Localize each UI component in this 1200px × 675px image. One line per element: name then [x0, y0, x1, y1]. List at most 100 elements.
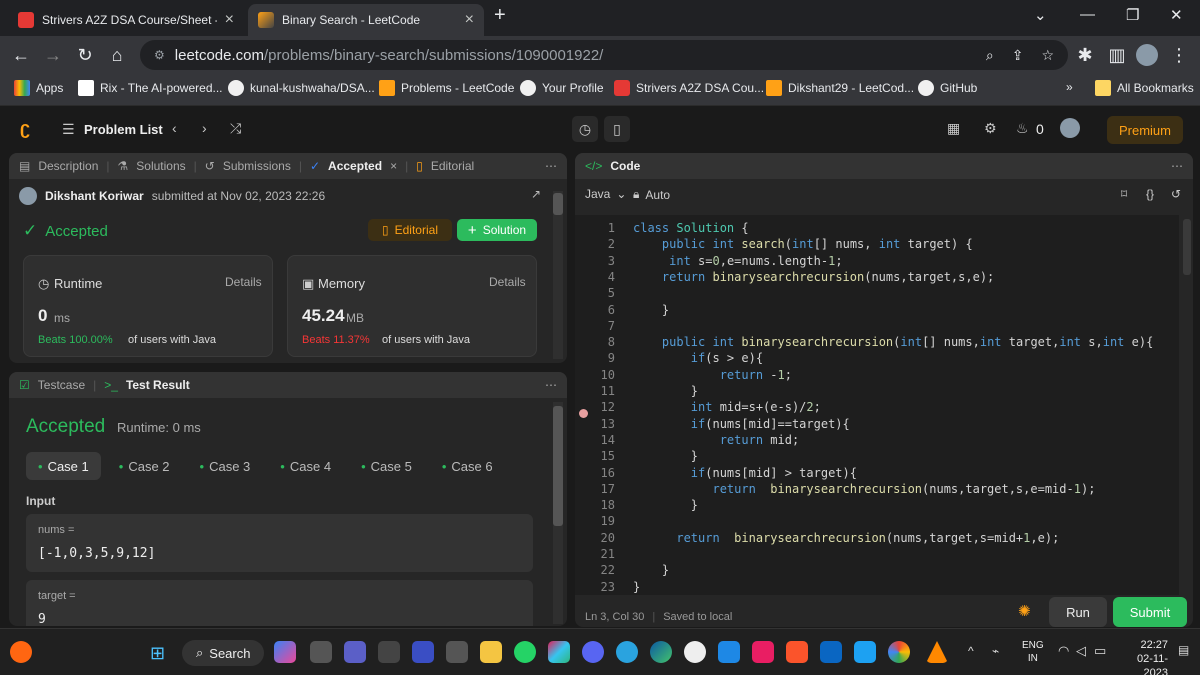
address-bar[interactable]: ⚙ leetcode.com/problems/binary-search/su…	[140, 40, 1068, 70]
new-tab-button[interactable]: +	[494, 4, 506, 27]
store-icon[interactable]	[378, 641, 400, 663]
chrome-icon[interactable]	[888, 641, 910, 663]
memory-details-link[interactable]: Details	[489, 275, 526, 289]
case-tab-1[interactable]: • Case 1	[26, 452, 101, 480]
auto-mode[interactable]: 🔒︎ Auto	[633, 187, 670, 202]
back-icon[interactable]: ←	[8, 42, 34, 68]
browser-tab-strivers[interactable]: Strivers A2Z DSA Course/Sheet - Cr ×	[8, 4, 244, 36]
premium-button[interactable]: Premium	[1107, 116, 1183, 144]
bookmark-problems[interactable]: Problems - LeetCode	[379, 80, 514, 96]
browser-tab-leetcode[interactable]: Binary Search - LeetCode ×	[248, 4, 484, 36]
close-icon[interactable]: ×	[465, 11, 474, 29]
close-window-button[interactable]: ✕	[1170, 6, 1183, 24]
code-line[interactable]: 6 }	[575, 303, 669, 319]
start-icon[interactable]: ⊞	[150, 643, 165, 664]
restore-button[interactable]: ❐	[1126, 6, 1139, 24]
code-line[interactable]: 7	[575, 319, 633, 335]
case-tab-3[interactable]: • Case 3	[188, 452, 263, 480]
scrollbar-thumb[interactable]	[1183, 219, 1191, 275]
bookmarks-overflow[interactable]: »	[1066, 80, 1073, 94]
timer-icon[interactable]: ◷	[572, 116, 598, 142]
zoom-icon[interactable]: ⌕	[986, 47, 994, 64]
scrollbar-thumb[interactable]	[553, 193, 563, 215]
debug-icon[interactable]: ✺	[1018, 602, 1031, 620]
code-line[interactable]: 4 return binarysearchrecursion(nums,targ…	[575, 270, 995, 286]
taskbar-search[interactable]: ⌕ Search	[182, 640, 264, 666]
twitter-icon[interactable]	[854, 641, 876, 663]
tab-solutions[interactable]: Solutions	[136, 159, 185, 173]
tab-accepted[interactable]: Accepted	[328, 159, 382, 173]
brave-icon[interactable]	[786, 641, 808, 663]
weather-icon[interactable]	[10, 641, 32, 663]
linkedin-icon[interactable]	[820, 641, 842, 663]
code-line[interactable]: 1 class Solution {	[575, 221, 749, 237]
tab-test-result[interactable]: Test Result	[126, 378, 190, 392]
share-link-icon[interactable]: ↗	[531, 187, 541, 201]
tab-code[interactable]: Code	[610, 159, 640, 173]
profile-avatar[interactable]	[1136, 44, 1158, 66]
scrollbar-thumb[interactable]	[553, 406, 563, 526]
settings-icon[interactable]: ⚙	[984, 120, 997, 137]
code-editor[interactable]: 1 class Solution {2 public int search(int…	[575, 215, 1179, 595]
code-line[interactable]: 9 if(s > e){	[575, 351, 763, 367]
tab-submissions[interactable]: Submissions	[223, 159, 291, 173]
copilot-icon[interactable]	[274, 641, 296, 663]
tray-chevron-icon[interactable]: ^	[968, 644, 974, 658]
bookmark-star-icon[interactable]: ☆	[1041, 47, 1054, 64]
submitter-name[interactable]: Dikshant Koriwar	[45, 189, 144, 203]
reload-icon[interactable]: ↻	[72, 42, 98, 68]
code-line[interactable]: 20 return binarysearchrecursion(nums,tar…	[575, 531, 1060, 547]
problem-list-link[interactable]: Problem List	[84, 122, 163, 137]
scrollbar[interactable]	[553, 191, 563, 359]
case-tab-6[interactable]: • Case 6	[430, 452, 505, 480]
wifi-icon[interactable]: ◠	[1058, 643, 1069, 659]
bookmark-apps[interactable]: Apps	[14, 80, 63, 96]
volume-icon[interactable]: ◁	[1076, 643, 1086, 659]
code-line[interactable]: 10 return -1;	[575, 368, 792, 384]
intellij-icon[interactable]	[752, 641, 774, 663]
chat-icon[interactable]	[344, 641, 366, 663]
tab-search-icon[interactable]: ⌄	[1034, 6, 1047, 24]
editorial-button[interactable]: ▯ Editorial	[368, 219, 452, 241]
prev-problem-icon[interactable]: ‹	[172, 120, 177, 136]
bookmark-strivers[interactable]: Strivers A2Z DSA Cou...	[614, 80, 764, 96]
code-line[interactable]: 19	[575, 514, 633, 530]
case-tab-5[interactable]: • Case 5	[349, 452, 424, 480]
telegram-icon[interactable]	[616, 641, 638, 663]
code-line[interactable]: 12 int mid=s+(e-s)/2;	[575, 400, 821, 416]
case-tab-2[interactable]: • Case 2	[107, 452, 182, 480]
lang-select[interactable]: Java ⌄	[585, 187, 626, 201]
target-input-box[interactable]: target = 9	[26, 580, 533, 626]
forward-icon[interactable]: →	[40, 42, 66, 68]
reset-icon[interactable]: ↺	[1171, 187, 1181, 201]
all-bookmarks[interactable]: All Bookmarks	[1095, 80, 1194, 96]
case-tab-4[interactable]: • Case 4	[268, 452, 343, 480]
tab-description[interactable]: Description	[38, 159, 98, 173]
side-panel-icon[interactable]: ▥	[1104, 42, 1130, 68]
slack-icon[interactable]	[548, 641, 570, 663]
code-line[interactable]: 18 }	[575, 498, 698, 514]
file-explorer-icon[interactable]	[480, 641, 502, 663]
app-icon[interactable]	[412, 641, 434, 663]
more-icon[interactable]: ⋯	[1171, 159, 1193, 173]
code-line[interactable]: 3 int s=0,e=nums.length-1;	[575, 254, 843, 270]
notification-icon[interactable]: ▤	[1178, 643, 1189, 657]
bookmark-github[interactable]: GitHub	[918, 80, 977, 96]
submit-button[interactable]: Submit	[1113, 597, 1187, 627]
runtime-card[interactable]: ◷ Runtime Details 0 ms Beats 100.00% of …	[23, 255, 273, 357]
tab-testcase[interactable]: Testcase	[38, 378, 85, 392]
memory-card[interactable]: ▣ Memory Details 45.24 MB Beats 11.37% o…	[287, 255, 537, 357]
bookmark-dikshant[interactable]: Dikshant29 - LeetCod...	[766, 80, 914, 96]
leetcode-logo[interactable]: ʗ	[20, 118, 30, 139]
vlc-icon[interactable]	[926, 641, 948, 663]
code-line[interactable]: 22 }	[575, 563, 670, 579]
bookmark-kunal[interactable]: kunal-kushwaha/DSA...	[228, 80, 375, 96]
bookmark-icon[interactable]: ⌑	[1121, 187, 1127, 201]
code-line[interactable]: 14 return mid;	[575, 433, 800, 449]
task-view-icon[interactable]	[310, 641, 332, 663]
clock[interactable]: 22:27 02-11-2023	[1118, 638, 1168, 675]
braces-icon[interactable]: {}	[1146, 187, 1154, 201]
next-problem-icon[interactable]: ›	[202, 120, 207, 136]
menu-icon[interactable]: ⋮	[1166, 42, 1192, 68]
code-line[interactable]: 16 if(nums[mid] > target){	[575, 466, 857, 482]
